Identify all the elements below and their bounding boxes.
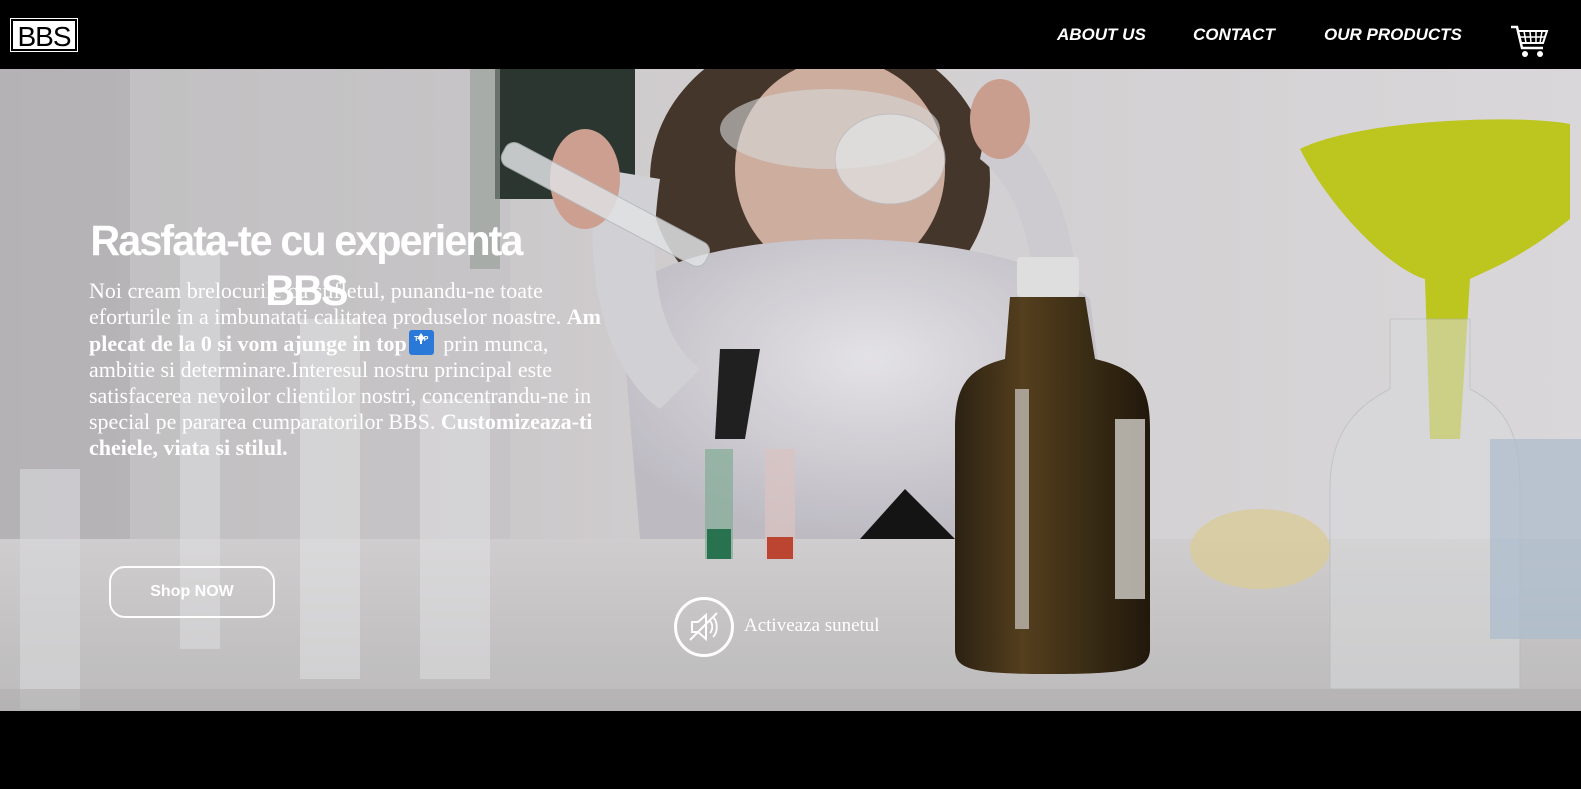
nav-about-us[interactable]: ABOUT US <box>1057 24 1146 46</box>
nav-contact[interactable]: CONTACT <box>1193 24 1275 46</box>
sound-toggle-button[interactable] <box>674 597 734 657</box>
speaker-muted-icon <box>689 612 718 642</box>
top-arrow-icon: TOP <box>408 330 434 355</box>
description-part1: Noi cream brelocurile cu sufletul, punan… <box>89 278 567 329</box>
shopping-cart-icon[interactable] <box>1510 21 1550 61</box>
sound-toggle-label[interactable]: Activeaza sunetul <box>744 614 880 638</box>
nav-our-products[interactable]: OUR PRODUCTS <box>1324 24 1462 46</box>
shop-now-button[interactable]: Shop NOW <box>109 566 275 618</box>
hero-description: Noi cream brelocurile cu sufletul, punan… <box>89 278 619 461</box>
navbar: BBS ABOUT US CONTACT OUR PRODUCTS <box>0 0 1581 69</box>
headline-line1: Rasfata-te cu experienta <box>90 217 523 265</box>
logo[interactable]: BBS <box>10 18 78 52</box>
